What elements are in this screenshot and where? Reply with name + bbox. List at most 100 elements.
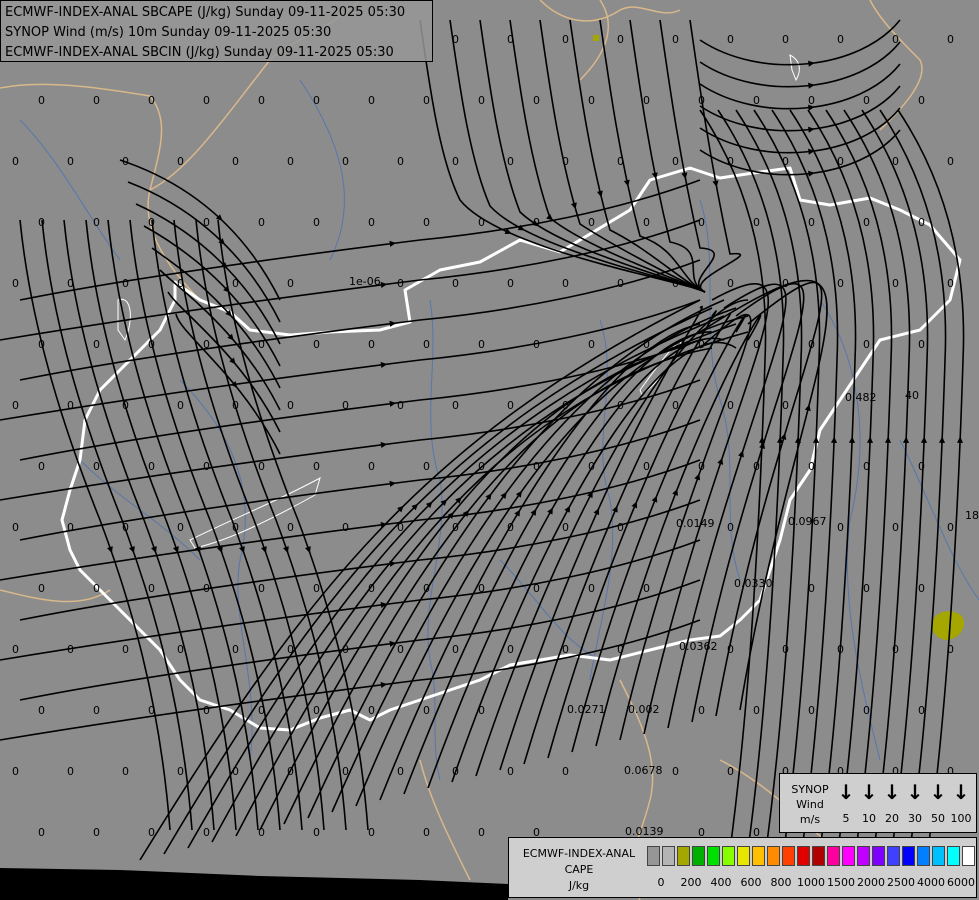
sbcape-zero-label: 0	[863, 582, 870, 595]
sbcape-zero-label: 0	[837, 521, 844, 534]
wind-legend: SYNOP Wind m/s ↓ 5 ↓ 10 ↓ 20 ↓ 30 ↓ 50 ↓ 100	[779, 773, 977, 833]
sbcape-zero-label: 0	[947, 521, 954, 534]
cape-color-swatch	[932, 846, 945, 866]
sbcape-zero-label: 0	[727, 643, 734, 656]
cape-tick-label: 6000	[947, 876, 975, 889]
sbcape-zero-label: 0	[177, 155, 184, 168]
sbcape-zero-label: 0	[727, 277, 734, 290]
sbcape-zero-label: 0	[122, 399, 129, 412]
cape-color-swatch	[647, 846, 660, 866]
sbcape-zero-label: 0	[837, 277, 844, 290]
sbcape-zero-label: 0	[232, 765, 239, 778]
sbcape-zero-label: 0	[232, 155, 239, 168]
wind-arrow-icon: ↓	[906, 780, 924, 804]
sbcape-zero-label: 0	[617, 521, 624, 534]
sbcape-zero-label: 0	[507, 277, 514, 290]
sbcape-zero-label: 0	[588, 582, 595, 595]
cape-legend: ECMWF-INDEX-ANAL CAPE J/kg 0 200 400 600 800…	[508, 837, 977, 898]
sbcape-value-label: 0.002	[628, 703, 660, 716]
wind-speed-label: 10	[862, 812, 876, 825]
sbcape-zero-label: 0	[38, 216, 45, 229]
sbcape-zero-label: 0	[478, 826, 485, 839]
sbcape-zero-label: 0	[342, 765, 349, 778]
sbcape-value-label: 0.0330	[734, 577, 773, 590]
sbcape-zero-label: 0	[562, 33, 569, 46]
sbcape-zero-label: 0	[148, 216, 155, 229]
weather-map	[0, 0, 979, 900]
sbcape-zero-label: 0	[67, 277, 74, 290]
sbcape-zero-label: 0	[148, 704, 155, 717]
sbcape-zero-label: 0	[947, 643, 954, 656]
sbcape-zero-label: 0	[808, 338, 815, 351]
cape-tick-label: 600	[740, 876, 762, 889]
sbcape-zero-label: 0	[258, 338, 265, 351]
sbcape-zero-label: 0	[93, 826, 100, 839]
sbcape-zero-label: 0	[782, 643, 789, 656]
cape-color-swatch	[737, 846, 750, 866]
sbcape-zero-label: 0	[232, 643, 239, 656]
sbcape-zero-label: 0	[368, 94, 375, 107]
sbcape-zero-label: 0	[313, 338, 320, 351]
sbcape-zero-label: 0	[368, 582, 375, 595]
wind-speed-label: 30	[908, 812, 922, 825]
sbcape-zero-label: 0	[93, 460, 100, 473]
sbcape-zero-label: 0	[452, 643, 459, 656]
sbcape-zero-label: 0	[313, 826, 320, 839]
title-line-wind: SYNOP Wind (m/s) 10m Sunday 09-11-2025 0…	[5, 25, 332, 40]
sbcape-zero-label: 0	[38, 582, 45, 595]
sbcape-zero-label: 0	[67, 643, 74, 656]
sbcape-zero-label: 0	[727, 765, 734, 778]
sbcape-zero-label: 0	[12, 155, 19, 168]
sbcape-zero-label: 0	[617, 33, 624, 46]
sbcape-zero-label: 0	[232, 521, 239, 534]
sbcape-zero-label: 0	[177, 399, 184, 412]
sbcape-value-label: 0.0362	[679, 640, 718, 653]
sbcape-zero-label: 0	[287, 399, 294, 412]
sbcape-zero-label: 0	[507, 521, 514, 534]
sbcape-zero-label: 0	[452, 399, 459, 412]
sbcape-zero-label: 0	[397, 765, 404, 778]
sbcape-zero-label: 0	[753, 460, 760, 473]
sbcape-zero-label: 0	[863, 338, 870, 351]
sbcape-zero-label: 0	[918, 216, 925, 229]
sbcape-zero-label: 0	[617, 155, 624, 168]
sbcape-zero-label: 0	[148, 94, 155, 107]
sbcape-zero-label: 0	[808, 216, 815, 229]
sbcape-zero-label: 0	[148, 826, 155, 839]
sbcape-zero-label: 0	[947, 33, 954, 46]
sbcape-zero-label: 0	[782, 399, 789, 412]
cape-color-swatch	[857, 846, 870, 866]
sbcape-zero-label: 0	[863, 94, 870, 107]
sbcape-zero-label: 0	[203, 216, 210, 229]
sbcape-zero-label: 0	[177, 765, 184, 778]
sbcape-zero-label: 0	[12, 521, 19, 534]
sbcape-zero-label: 0	[643, 338, 650, 351]
sbcape-value-label: 40	[905, 389, 919, 402]
sbcape-value-label: 18	[965, 509, 979, 522]
cape-color-swatch	[962, 846, 975, 866]
sbcape-zero-label: 0	[342, 399, 349, 412]
sbcape-zero-label: 0	[148, 338, 155, 351]
sbcape-zero-label: 0	[478, 94, 485, 107]
sbcape-zero-label: 0	[93, 216, 100, 229]
cape-color-swatch	[767, 846, 780, 866]
sbcape-zero-label: 0	[122, 521, 129, 534]
sbcape-zero-label: 0	[177, 521, 184, 534]
sbcape-zero-label: 0	[617, 277, 624, 290]
sbcape-zero-label: 0	[452, 33, 459, 46]
sbcape-zero-label: 0	[672, 399, 679, 412]
sbcape-zero-label: 0	[287, 277, 294, 290]
title-line-cin: ECMWF-INDEX-ANAL SBCIN (J/kg) Sunday 09-…	[5, 45, 394, 60]
wind-arrow-icon: ↓	[860, 780, 878, 804]
sbcape-value-label: 0.482	[845, 391, 877, 404]
sbcape-zero-label: 0	[947, 277, 954, 290]
sbcape-zero-label: 0	[423, 582, 430, 595]
sbcape-zero-label: 0	[562, 643, 569, 656]
sbcape-zero-label: 0	[368, 216, 375, 229]
sbcape-zero-label: 0	[672, 155, 679, 168]
sbcape-zero-label: 0	[478, 582, 485, 595]
cape-color-swatch	[707, 846, 720, 866]
sbcape-zero-label: 0	[753, 216, 760, 229]
cape-legend-title: ECMWF-INDEX-ANAL CAPE J/kg	[522, 847, 636, 892]
sbcape-zero-label: 0	[122, 155, 129, 168]
